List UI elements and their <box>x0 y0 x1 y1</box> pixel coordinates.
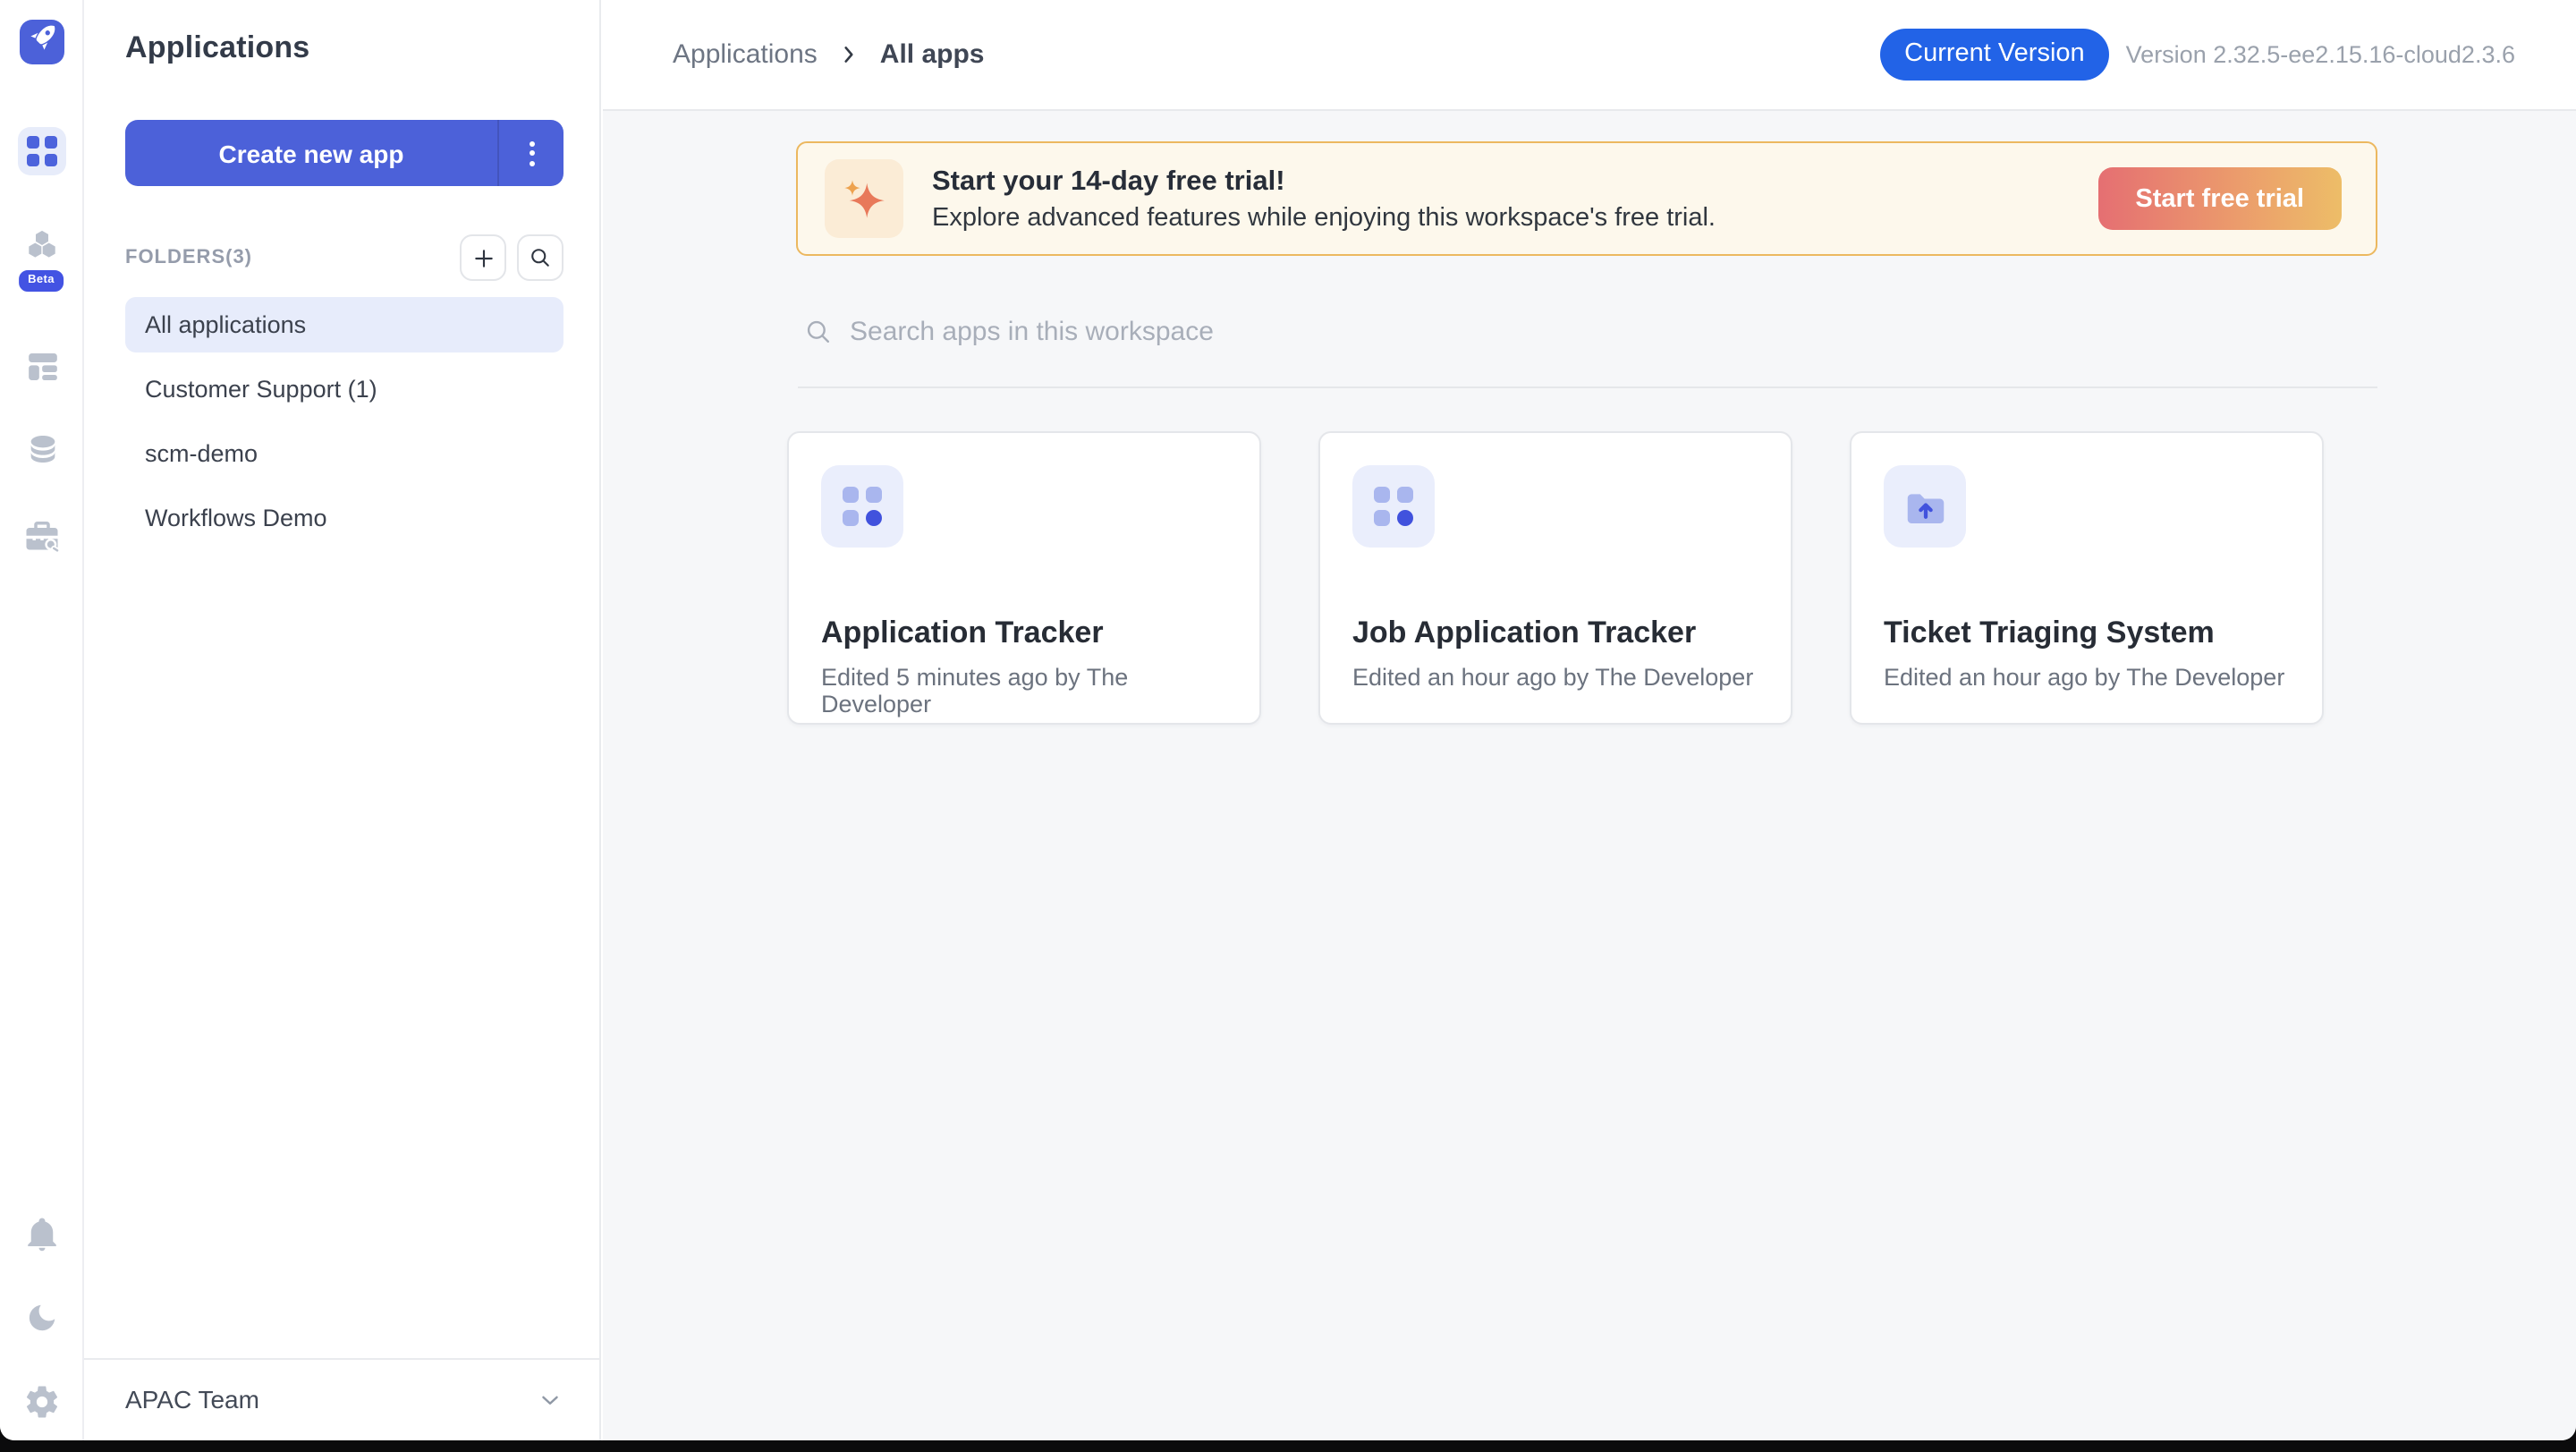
topbar: Applications All apps Current Version Ve… <box>603 0 2576 110</box>
app-search <box>803 302 2576 360</box>
trial-banner: Start your 14-day free trial! Explore ad… <box>796 141 2377 256</box>
breadcrumb-all-apps: All apps <box>880 39 985 70</box>
app-edited-meta: Edited an hour ago by The Developer <box>1884 664 2290 691</box>
app-card-ticket-triaging-system[interactable]: Ticket Triaging System Edited an hour ag… <box>1850 431 2324 725</box>
grid-dots-icon <box>843 488 882 526</box>
beta-badge: Beta <box>17 268 65 293</box>
apps-grid-icon <box>27 136 57 166</box>
chevron-down-icon <box>537 1386 564 1413</box>
bell-icon <box>23 1215 61 1261</box>
moon-icon <box>25 1301 59 1344</box>
app-icon-tile <box>821 465 903 548</box>
app-card-application-tracker[interactable]: Application Tracker Edited 5 minutes ago… <box>787 431 1261 725</box>
sidebar: Applications Create new app FOLDERS(3) A… <box>84 0 601 1439</box>
folder-item-all-applications[interactable]: All applications <box>125 297 564 352</box>
layout-icon <box>24 349 60 394</box>
folder-list: All applications Customer Support (1) sc… <box>125 297 564 555</box>
folder-item-customer-support[interactable]: Customer Support (1) <box>125 361 564 417</box>
app-icon-tile <box>1352 465 1435 548</box>
page-title: Applications <box>125 30 564 66</box>
breadcrumb-applications[interactable]: Applications <box>673 39 818 70</box>
chevron-right-icon <box>837 43 860 66</box>
nav-marketplace[interactable] <box>0 515 84 562</box>
folders-label: FOLDERS(3) <box>125 247 252 268</box>
app-card-job-application-tracker[interactable]: Job Application Tracker Edited an hour a… <box>1318 431 1792 725</box>
rocket-icon <box>28 23 56 61</box>
app-edited-meta: Edited 5 minutes ago by The Developer <box>821 664 1227 718</box>
icon-rail: Beta <box>0 0 84 1439</box>
nav-apps-active[interactable] <box>18 127 66 175</box>
hexagons-icon <box>23 227 61 274</box>
trial-banner-subtitle: Explore advanced features while enjoying… <box>932 203 1716 232</box>
add-folder-button[interactable] <box>460 234 506 281</box>
nav-tables[interactable] <box>0 349 84 394</box>
content: Start your 14-day free trial! Explore ad… <box>603 141 2576 725</box>
folder-item-workflows-demo[interactable]: Workflows Demo <box>125 490 564 546</box>
create-app-split-button: Create new app <box>125 120 564 186</box>
app-icon-tile <box>1884 465 1966 548</box>
settings-button[interactable] <box>0 1383 84 1430</box>
gear-icon <box>23 1383 61 1430</box>
dark-mode-toggle[interactable] <box>0 1301 84 1344</box>
version-text: Version 2.32.5-ee2.15.16-cloud2.3.6 <box>2126 41 2515 68</box>
app-name: Ticket Triaging System <box>1884 616 2290 651</box>
app-name: Job Application Tracker <box>1352 616 1758 651</box>
trial-banner-title: Start your 14-day free trial! <box>932 166 1716 198</box>
grid-dots-icon <box>1375 488 1413 526</box>
workspace-name: APAC Team <box>125 1385 259 1414</box>
nav-workflows[interactable] <box>0 227 84 274</box>
database-icon <box>24 431 60 476</box>
workspace-switcher[interactable]: APAC Team <box>84 1357 599 1439</box>
notifications-button[interactable] <box>0 1215 84 1261</box>
folder-upload-icon <box>1901 482 1949 531</box>
search-apps-input[interactable] <box>850 316 1601 346</box>
app-name: Application Tracker <box>821 616 1227 651</box>
search-folder-button[interactable] <box>517 234 564 281</box>
sparkles-icon <box>825 159 903 238</box>
folders-header: FOLDERS(3) <box>125 234 564 281</box>
search-icon <box>803 316 834 346</box>
app-card-grid: Application Tracker Edited 5 minutes ago… <box>787 431 2576 725</box>
app-logo[interactable] <box>20 20 64 64</box>
app-edited-meta: Edited an hour ago by The Developer <box>1352 664 1758 691</box>
create-app-menu-button[interactable] <box>497 120 564 186</box>
start-free-trial-button[interactable]: Start free trial <box>2097 167 2342 230</box>
toolbox-icon <box>23 515 61 562</box>
create-new-app-button[interactable]: Create new app <box>125 120 497 186</box>
main-area: Applications All apps Current Version Ve… <box>603 0 2576 1439</box>
current-version-badge[interactable]: Current Version <box>1879 29 2110 81</box>
app-window: Beta <box>0 0 2576 1439</box>
folder-item-scm-demo[interactable]: scm-demo <box>125 426 564 481</box>
divider <box>798 386 2377 388</box>
nav-data-sources[interactable] <box>0 431 84 476</box>
